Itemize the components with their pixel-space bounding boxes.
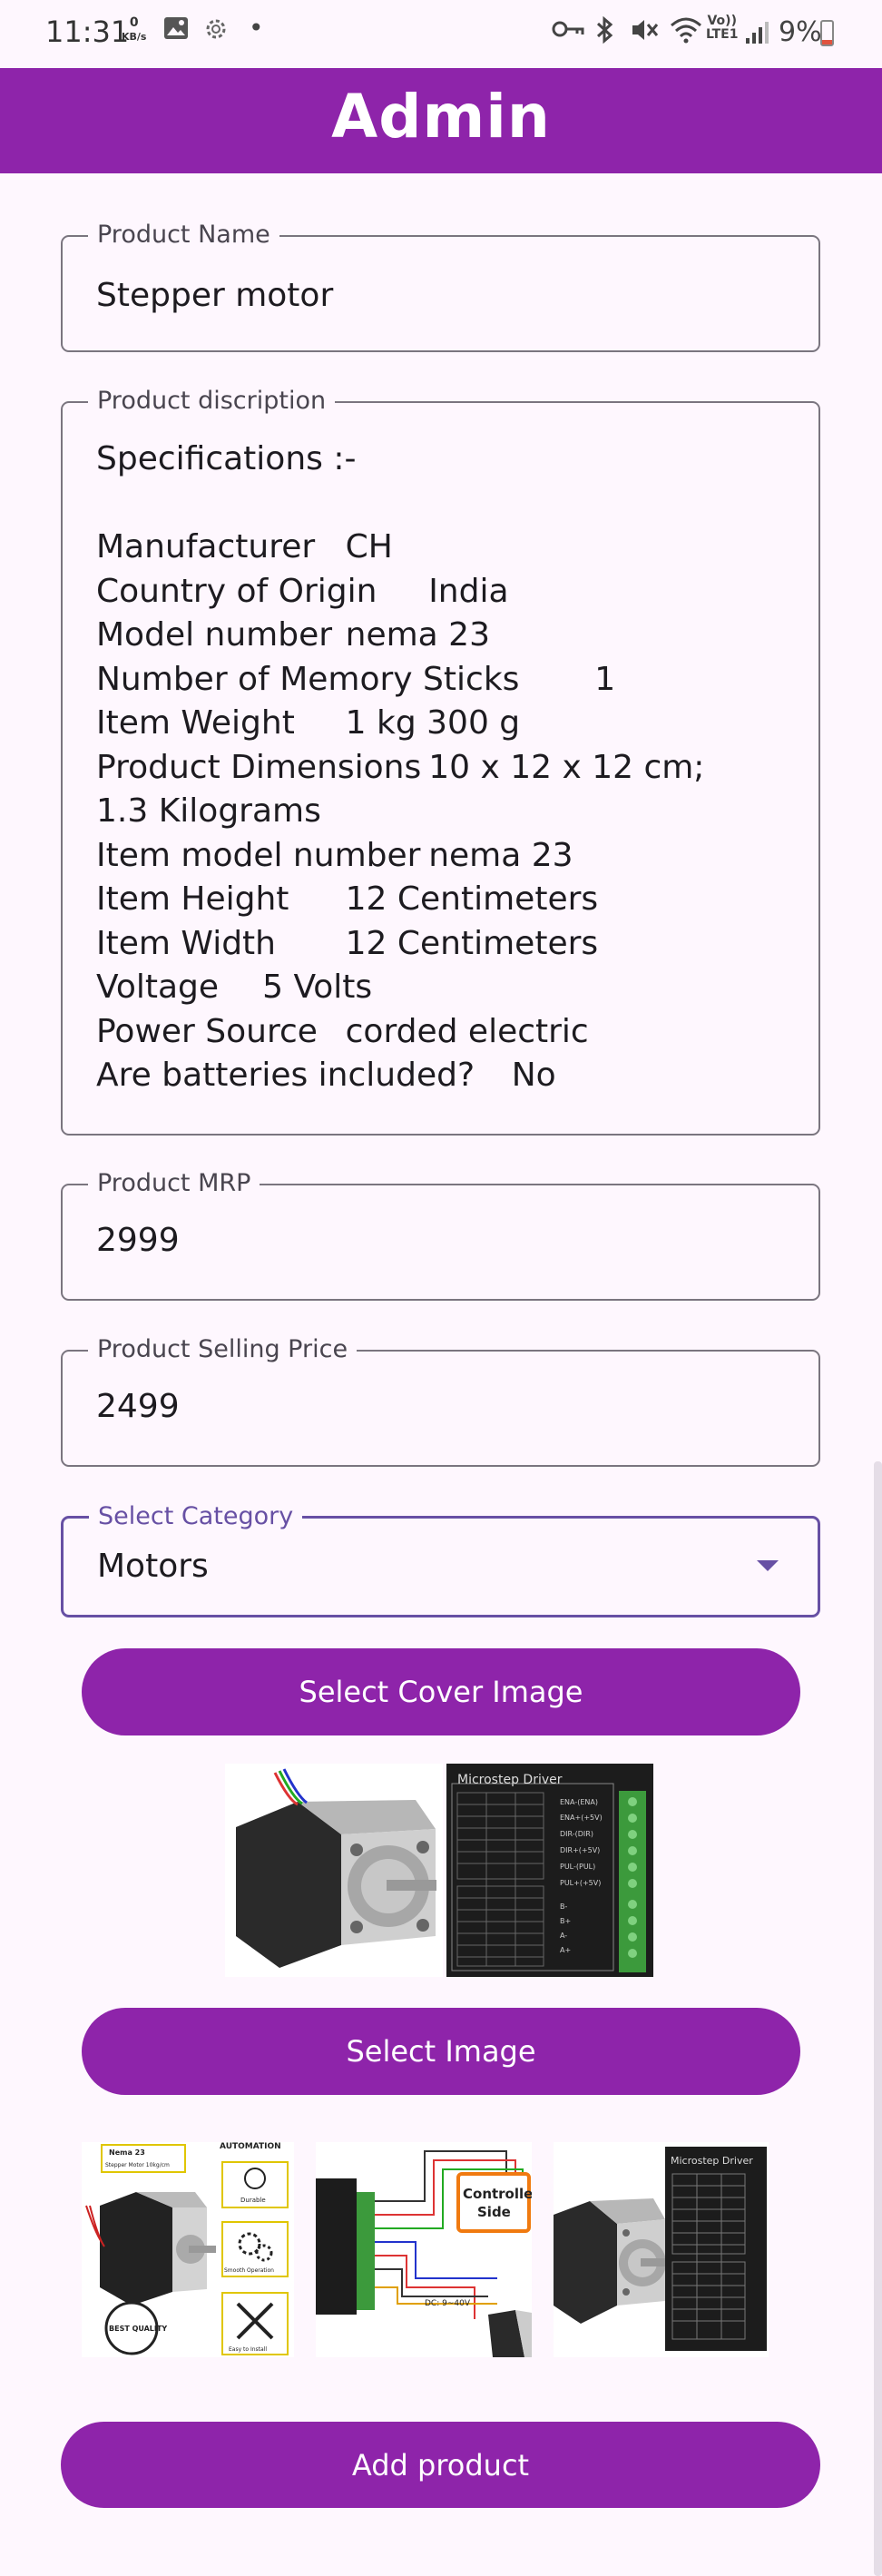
product-name-field[interactable]: Product Name Stepper motor <box>61 221 820 352</box>
page-title: Admin <box>331 81 551 152</box>
battery-icon <box>820 20 834 46</box>
battery-percent: 9% <box>779 16 822 48</box>
svg-text:A-: A- <box>560 1932 567 1940</box>
product-image-features: Nema 23 Stepper Motor 10kg/cm AUTOMATION… <box>82 2142 294 2357</box>
add-product-label: Add product <box>351 2447 530 2483</box>
product-selling-price-field[interactable]: Product Selling Price 2499 <box>61 1336 820 1467</box>
select-cover-image-button[interactable]: Select Cover Image <box>82 1648 800 1735</box>
product-description-text: Specifications :- Manufacturer CH Countr… <box>96 440 705 1094</box>
svg-text:B+: B+ <box>560 1917 571 1925</box>
add-product-button[interactable]: Add product <box>61 2422 820 2508</box>
product-selling-price-label: Product Selling Price <box>88 1336 358 1363</box>
signal-icon <box>744 20 771 45</box>
product-description-label: Product discription <box>88 388 336 415</box>
product-image-driver: Microstep Driver <box>665 2142 769 2357</box>
product-mrp-label: Product MRP <box>88 1170 260 1197</box>
product-mrp-field[interactable]: Product MRP 2999 <box>61 1170 820 1301</box>
svg-text:Easy to Install: Easy to Install <box>229 2346 267 2353</box>
scrollbar[interactable] <box>874 1461 882 2576</box>
svg-text:Durable: Durable <box>240 2197 266 2204</box>
svg-text:BEST QUALITY: BEST QUALITY <box>109 2325 167 2333</box>
wifi-icon <box>670 16 702 50</box>
category-value: Motors <box>97 1548 209 1585</box>
mute-icon <box>630 16 659 50</box>
product-name-label: Product Name <box>88 221 279 249</box>
select-cover-image-label: Select Cover Image <box>299 1675 583 1709</box>
svg-text:DC: 9~40V: DC: 9~40V <box>425 2299 471 2308</box>
product-selling-price-value: 2499 <box>96 1388 180 1425</box>
svg-text:AUTOMATION: AUTOMATION <box>220 2142 281 2151</box>
clock: 11:31 <box>45 15 130 49</box>
cover-image-driver: Microstep Driver ENA-(ENA) ENA+(+5V) DIR-… <box>446 1764 653 1977</box>
svg-text:PUL+(+5V): PUL+(+5V) <box>560 1879 601 1887</box>
select-image-button[interactable]: Select Image <box>82 2008 800 2095</box>
svg-text:Stepper Motor 10kg/cm: Stepper Motor 10kg/cm <box>105 2162 170 2168</box>
product-mrp-value: 2999 <box>96 1222 180 1259</box>
app-bar: Admin <box>0 68 882 173</box>
svg-text:Nema 23: Nema 23 <box>109 2148 145 2157</box>
category-dropdown[interactable]: Select Category Motors <box>61 1503 820 1617</box>
key-icon <box>552 16 584 46</box>
svg-text:B-: B- <box>560 1903 567 1911</box>
driver-title-text: Microstep Driver <box>457 1773 563 1787</box>
svg-text:Controller: Controller <box>463 2186 532 2202</box>
settings-icon <box>203 16 229 48</box>
dropdown-arrow-icon <box>757 1560 779 1571</box>
dot-icon: • <box>249 13 264 43</box>
svg-text:ENA+(+5V): ENA+(+5V) <box>560 1814 603 1822</box>
product-description-field[interactable]: Product discription Specifications :- Ma… <box>61 388 820 1136</box>
svg-text:Side: Side <box>477 2204 511 2220</box>
cover-image-motor <box>225 1764 443 1977</box>
svg-text:DIR+(+5V): DIR+(+5V) <box>560 1846 600 1854</box>
volte-icon: Vo)) LTE1 <box>706 14 739 42</box>
svg-text:ENA-(ENA): ENA-(ENA) <box>560 1798 598 1806</box>
network-speed: 0 KB/s <box>122 15 147 44</box>
product-image-wiring: Controller Side DC: 9~40V <box>316 2142 532 2357</box>
select-image-label: Select Image <box>346 2034 536 2069</box>
svg-text:Microstep Driver: Microstep Driver <box>671 2155 753 2167</box>
gallery-icon <box>163 16 189 46</box>
bluetooth-icon <box>595 15 615 50</box>
svg-text:A+: A+ <box>560 1946 571 1954</box>
svg-text:Smooth Operation: Smooth Operation <box>224 2267 274 2274</box>
product-image-motor <box>554 2142 665 2357</box>
status-bar: 11:31 0 KB/s • Vo)) LTE1 9% <box>0 0 882 68</box>
svg-text:DIR-(DIR): DIR-(DIR) <box>560 1830 593 1838</box>
svg-text:PUL-(PUL): PUL-(PUL) <box>560 1863 595 1871</box>
category-label: Select Category <box>89 1503 303 1530</box>
product-name-value: Stepper motor <box>96 277 334 314</box>
